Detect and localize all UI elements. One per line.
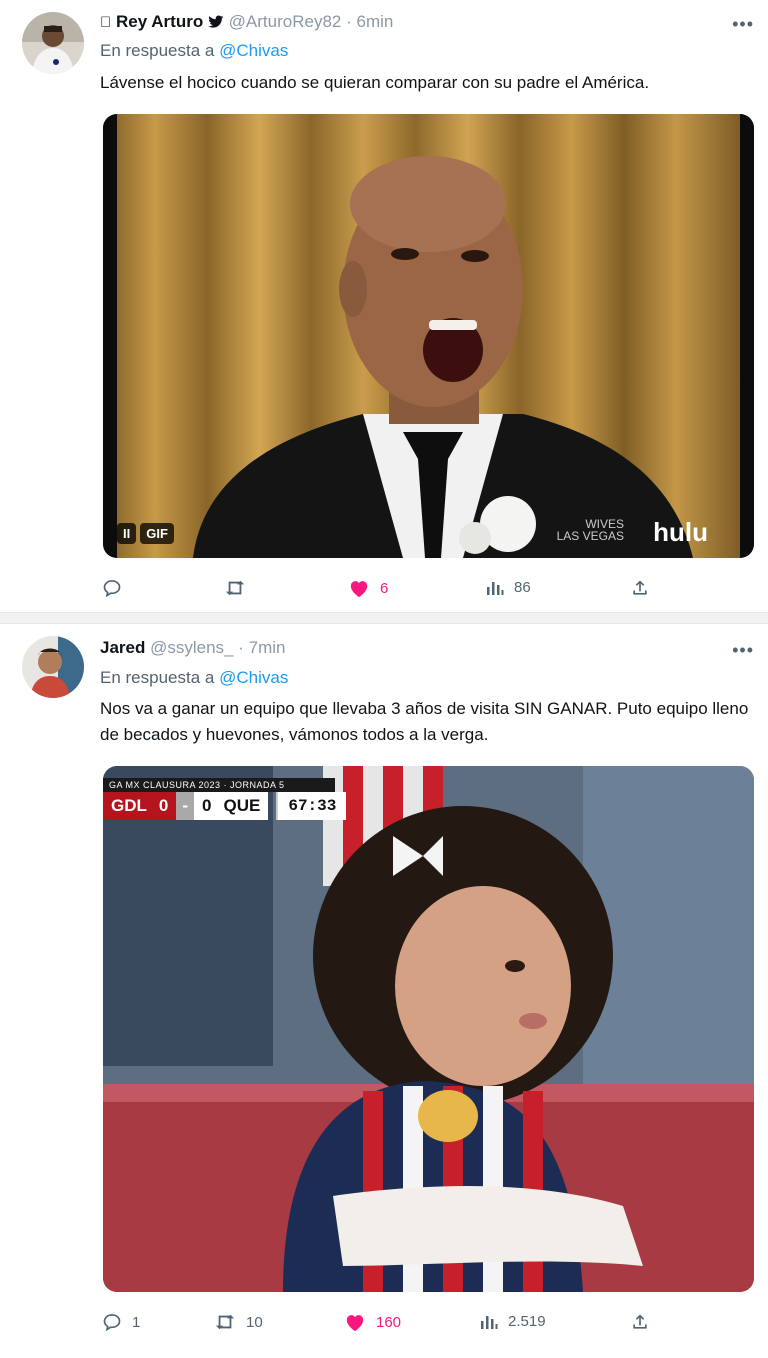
share-icon <box>630 1312 650 1332</box>
scorebug: GA MX CLAUSURA 2023 · JORNADA 5 GDL 0 - … <box>103 778 347 820</box>
avatar[interactable] <box>22 12 84 74</box>
retweet-button[interactable]: 10 <box>214 1312 263 1332</box>
views-icon <box>486 578 504 596</box>
scorebug-league: GA MX CLAUSURA 2023 · JORNADA 5 <box>103 778 335 792</box>
apple-icon:  <box>100 14 111 31</box>
tweet[interactable]: Jared @ssylens_ · 7min ••• En respuesta … <box>0 622 768 1358</box>
like-button[interactable]: 160 <box>344 1312 401 1332</box>
retweet-button[interactable] <box>224 578 256 598</box>
tweet-gif[interactable]: II GIF WIVES LAS VEGAS hulu <box>103 114 754 558</box>
tweet-header:  Rey Arturo @ArturoRey82 · 6min <box>100 12 748 36</box>
display-name[interactable]: Jared <box>100 638 145 657</box>
away-team: QUE <box>223 796 261 815</box>
share-button[interactable] <box>630 578 650 598</box>
views-button[interactable]: 86 <box>486 578 531 596</box>
twitter-bird-icon <box>208 15 224 29</box>
tweet-time[interactable]: · 7min <box>238 638 285 657</box>
watermark-hulu: hulu <box>653 517 708 547</box>
views-button[interactable]: 2.519 <box>480 1312 546 1330</box>
mention-link[interactable]: @Chivas <box>219 41 288 60</box>
gif-label: GIF <box>140 523 174 544</box>
heart-icon <box>344 1312 366 1332</box>
display-name[interactable]: Rey Arturo <box>116 12 203 31</box>
tweet[interactable]:  Rey Arturo @ArturoRey82 · 6min ••• En … <box>0 0 768 612</box>
reply-button[interactable] <box>102 578 132 598</box>
retweet-icon <box>224 578 246 598</box>
watermark-show: WIVES LAS VEGAS <box>556 517 624 543</box>
tweet-header: Jared @ssylens_ · 7min <box>100 638 748 662</box>
retweet-icon <box>214 1312 236 1332</box>
tweet-image[interactable]: GA MX CLAUSURA 2023 · JORNADA 5 GDL 0 - … <box>103 766 754 1292</box>
like-count: 160 <box>376 1313 402 1331</box>
tweet-actions: 1 10 160 2.519 <box>100 1312 748 1338</box>
reply-icon <box>102 1312 122 1332</box>
home-team: GDL <box>111 796 147 815</box>
tweet-time[interactable]: · 6min <box>346 12 393 31</box>
match-clock: 67:33 <box>276 792 347 820</box>
reply-prefix: En respuesta a <box>100 41 215 60</box>
reply-button[interactable]: 1 <box>102 1312 140 1332</box>
reply-icon <box>102 578 122 598</box>
reply-context: En respuesta a @Chivas <box>100 41 288 61</box>
mention-link[interactable]: @Chivas <box>219 668 288 687</box>
reply-context: En respuesta a @Chivas <box>100 668 288 688</box>
user-handle[interactable]: @ssylens_ <box>150 638 233 657</box>
gif-badge[interactable]: II GIF <box>117 523 174 544</box>
away-score: 0 <box>202 796 212 815</box>
more-icon[interactable]: ••• <box>732 640 754 661</box>
share-button[interactable] <box>630 1312 650 1332</box>
views-icon <box>480 1312 498 1330</box>
like-count: 6 <box>380 579 389 597</box>
scorebug-away: 0 QUE <box>194 792 269 820</box>
share-icon <box>630 578 650 598</box>
score-separator: - <box>176 792 195 820</box>
tweet-text: Nos va a ganar un equipo que llevaba 3 a… <box>100 699 749 744</box>
heart-icon <box>348 578 370 598</box>
views-count: 2.519 <box>508 1312 546 1330</box>
retweet-count: 10 <box>246 1313 263 1331</box>
reply-count: 1 <box>132 1313 141 1331</box>
user-handle[interactable]: @ArturoRey82 <box>229 12 342 31</box>
home-score: 0 <box>158 796 169 815</box>
reply-prefix: En respuesta a <box>100 668 215 687</box>
tweet-actions: 6 86 <box>100 578 748 604</box>
scorebug-home: GDL 0 <box>103 792 177 820</box>
like-button[interactable]: 6 <box>348 578 388 598</box>
pause-icon[interactable]: II <box>117 523 137 544</box>
avatar[interactable] <box>22 636 84 698</box>
more-icon[interactable]: ••• <box>732 14 754 35</box>
tweet-text: Lávense el hocico cuando se quieran comp… <box>100 73 650 92</box>
views-count: 86 <box>514 578 531 596</box>
